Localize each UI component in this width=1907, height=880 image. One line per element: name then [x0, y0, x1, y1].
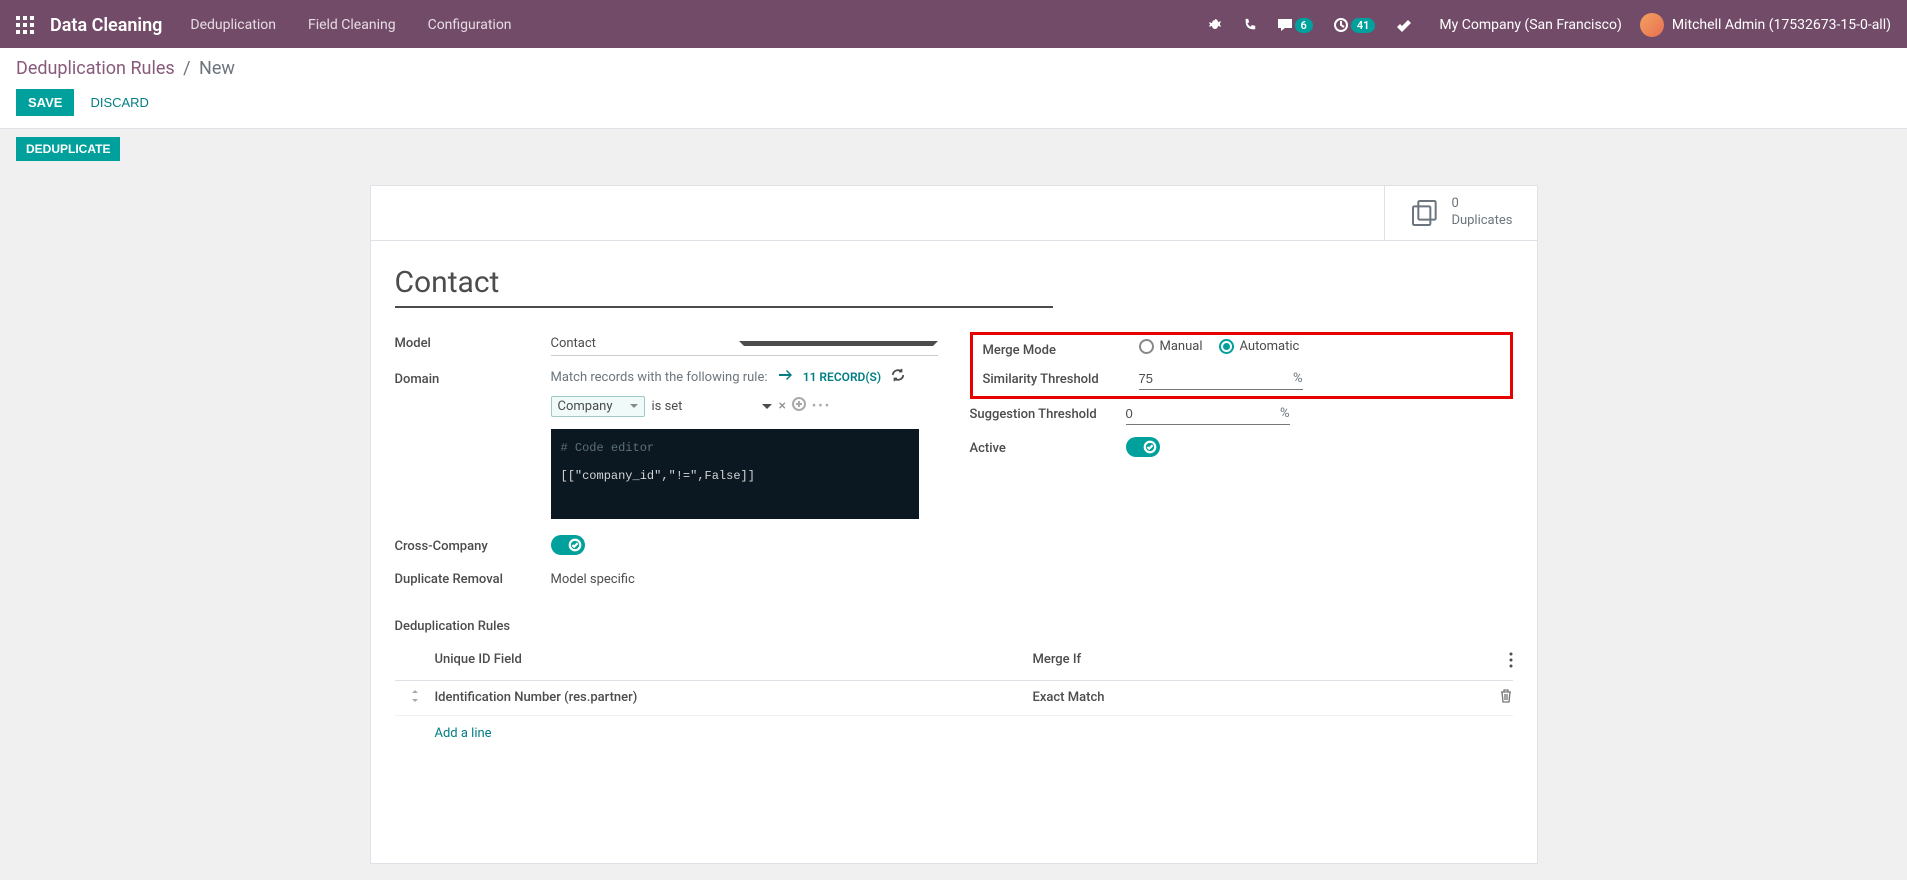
- highlight-box: Merge Mode Manual Automatic: [970, 332, 1513, 399]
- domain-label: Domain: [395, 368, 551, 387]
- delete-row-icon[interactable]: [1473, 689, 1513, 707]
- kebab-icon[interactable]: [1509, 657, 1513, 672]
- save-button[interactable]: SAVE: [16, 89, 74, 116]
- row-merge-value: Exact Match: [1033, 690, 1473, 705]
- deduplicate-button[interactable]: DEDUPLICATE: [16, 137, 120, 161]
- user-name: Mitchell Admin (17532673-15-0-all): [1672, 17, 1891, 33]
- dedup-rules-section: Deduplication Rules: [395, 619, 1513, 634]
- row-field-value: Identification Number (res.partner): [435, 690, 1033, 705]
- discard-button[interactable]: DISCARD: [90, 95, 149, 110]
- merge-mode-automatic[interactable]: Automatic: [1219, 339, 1300, 354]
- table-row[interactable]: Identification Number (res.partner) Exac…: [395, 681, 1513, 716]
- domain-operator[interactable]: is set: [651, 399, 772, 414]
- duplicates-label: Duplicates: [1451, 213, 1512, 230]
- copy-icon: [1409, 197, 1441, 229]
- caret-down-icon: [762, 404, 772, 409]
- duplicates-stat-button[interactable]: 0 Duplicates: [1384, 186, 1536, 240]
- record-count[interactable]: 11 RECORD(S): [803, 370, 881, 384]
- messages-badge: 6: [1295, 18, 1313, 33]
- tools-icon[interactable]: [1395, 17, 1411, 33]
- company-selector[interactable]: My Company (San Francisco): [1439, 17, 1621, 33]
- phone-icon[interactable]: [1243, 18, 1257, 32]
- duplicates-count: 0: [1451, 196, 1512, 213]
- arrow-right-icon[interactable]: [779, 369, 793, 385]
- menu-configuration[interactable]: Configuration: [428, 17, 512, 33]
- user-menu[interactable]: Mitchell Admin (17532673-15-0-all): [1640, 13, 1891, 37]
- control-panel: Deduplication Rules / New SAVE DISCARD: [0, 48, 1907, 129]
- form-sheet: 0 Duplicates Contact Model Contact: [370, 185, 1538, 864]
- debug-icon[interactable]: [1207, 17, 1223, 33]
- rules-table: Unique ID Field Merge If Identification …: [395, 644, 1513, 751]
- add-icon[interactable]: [792, 397, 806, 415]
- breadcrumb: Deduplication Rules / New: [16, 58, 1891, 79]
- cross-company-label: Cross-Company: [395, 535, 551, 554]
- domain-text: Match records with the following rule:: [551, 370, 768, 385]
- messages-icon[interactable]: 6: [1277, 17, 1313, 33]
- domain-field-chip[interactable]: Company: [551, 396, 646, 417]
- radio-icon: [1139, 339, 1154, 354]
- caret-down-icon: [630, 404, 638, 408]
- activities-icon[interactable]: 41: [1333, 17, 1376, 33]
- status-bar: DEDUPLICATE: [0, 129, 1907, 169]
- duplicate-removal-value: Model specific: [551, 568, 938, 587]
- breadcrumb-parent[interactable]: Deduplication Rules: [16, 58, 175, 79]
- code-editor[interactable]: # Code editor [["company_id","!=",False]…: [551, 429, 919, 519]
- remove-icon[interactable]: ×: [778, 398, 785, 414]
- apps-icon[interactable]: [16, 16, 34, 34]
- active-toggle[interactable]: [1126, 437, 1160, 457]
- active-label: Active: [970, 437, 1126, 456]
- merge-mode-label: Merge Mode: [983, 339, 1139, 358]
- duplicate-removal-label: Duplicate Removal: [395, 568, 551, 587]
- app-brand[interactable]: Data Cleaning: [50, 15, 162, 36]
- activities-badge: 41: [1351, 18, 1376, 33]
- col-merge-if: Merge If: [1033, 652, 1473, 672]
- model-label: Model: [395, 332, 551, 351]
- page-title[interactable]: Contact: [395, 265, 1053, 308]
- model-select[interactable]: Contact: [551, 332, 938, 356]
- refresh-icon[interactable]: [891, 368, 905, 386]
- menu-deduplication[interactable]: Deduplication: [190, 17, 276, 33]
- menu-field-cleaning[interactable]: Field Cleaning: [308, 17, 396, 33]
- col-unique-id: Unique ID Field: [435, 652, 1033, 672]
- navbar: Data Cleaning Deduplication Field Cleani…: [0, 2, 1907, 48]
- suggestion-threshold-label: Suggestion Threshold: [970, 403, 1126, 422]
- similarity-threshold-label: Similarity Threshold: [983, 368, 1139, 387]
- drag-handle-icon[interactable]: [395, 690, 435, 705]
- merge-mode-manual[interactable]: Manual: [1139, 339, 1203, 354]
- caret-down-icon: [739, 341, 938, 346]
- similarity-threshold-input[interactable]: [1139, 368, 1279, 389]
- cross-company-toggle[interactable]: [551, 535, 585, 555]
- breadcrumb-current: New: [199, 58, 235, 79]
- radio-icon: [1219, 339, 1234, 354]
- add-line-link[interactable]: Add a line: [435, 726, 492, 741]
- suggestion-threshold-input[interactable]: [1126, 403, 1266, 424]
- avatar: [1640, 13, 1664, 37]
- more-icon[interactable]: •••: [812, 399, 831, 414]
